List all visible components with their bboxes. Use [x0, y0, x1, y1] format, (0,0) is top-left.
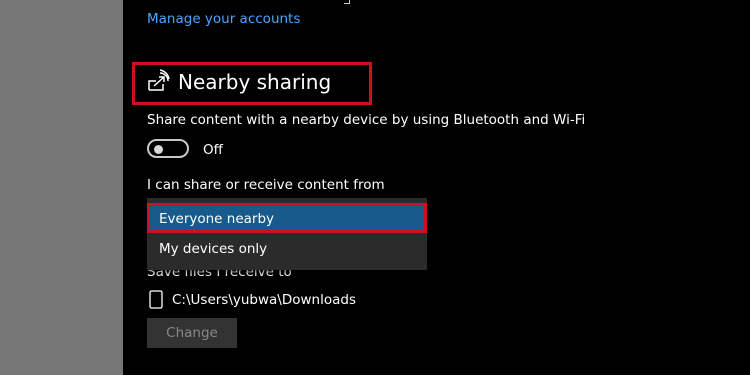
page-title: Nearby sharing — [178, 70, 332, 94]
nearby-sharing-toggle[interactable] — [147, 139, 189, 158]
dropdown-option-label: Everyone nearby — [159, 211, 275, 227]
dropdown-option-label: My devices only — [159, 241, 268, 257]
share-signal-icon — [146, 69, 170, 93]
dropdown-option-everyone-nearby[interactable]: Everyone nearby — [147, 203, 427, 233]
save-path: C:\Users\yubwa\Downloads — [172, 292, 356, 308]
share-from-dropdown[interactable]: Everyone nearby My devices only — [147, 198, 427, 270]
left-background-strip — [0, 0, 123, 375]
change-button[interactable]: Change — [147, 318, 237, 348]
toggle-knob — [154, 145, 163, 154]
toggle-state-label: Off — [203, 142, 223, 158]
dropdown-option-my-devices[interactable]: My devices only — [147, 235, 427, 265]
cropped-glyph — [330, 0, 352, 4]
share-from-label: I can share or receive content from — [147, 177, 385, 193]
manage-accounts-link[interactable]: Manage your accounts — [147, 11, 300, 27]
nearby-sharing-description: Share content with a nearby device by us… — [147, 112, 586, 128]
device-icon — [149, 290, 163, 309]
